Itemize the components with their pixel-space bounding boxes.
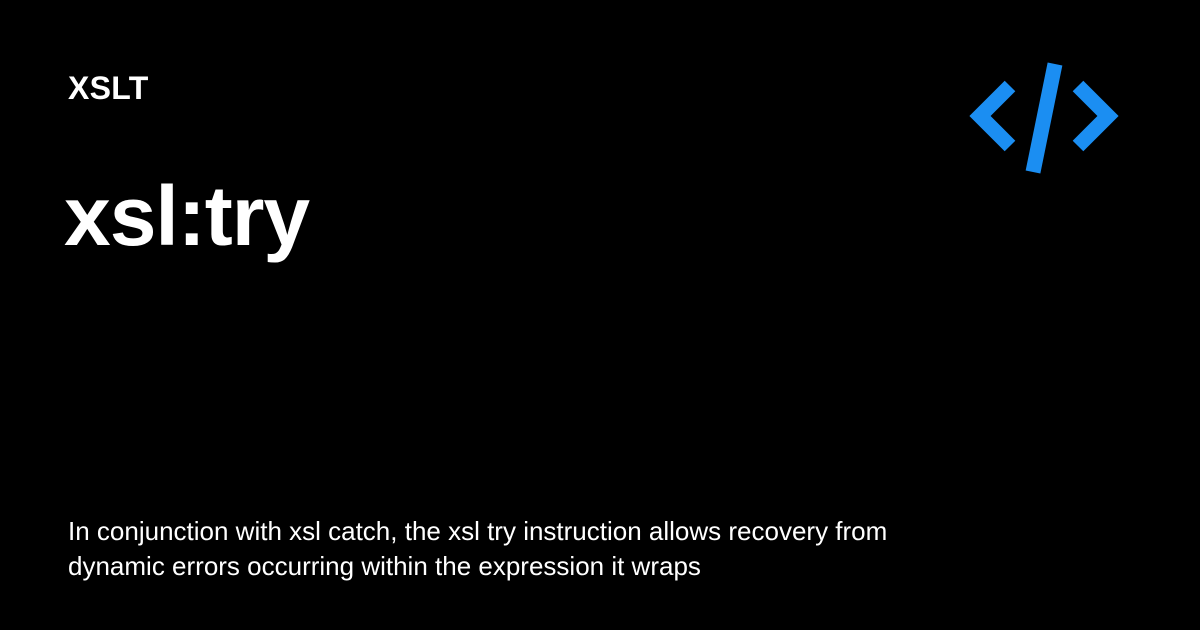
- forward-slash: [1025, 62, 1063, 174]
- category-label: XSLT: [68, 70, 149, 106]
- page-description: In conjunction with xsl catch, the xsl t…: [68, 516, 888, 581]
- right-angle-bracket: [1072, 80, 1119, 152]
- left-angle-bracket: [969, 80, 1016, 152]
- social-card: XSLT xsl:try In conjunction with xsl cat…: [0, 0, 1200, 630]
- code-brackets-icon: [969, 62, 1119, 174]
- page-title: xsl:try: [64, 169, 310, 263]
